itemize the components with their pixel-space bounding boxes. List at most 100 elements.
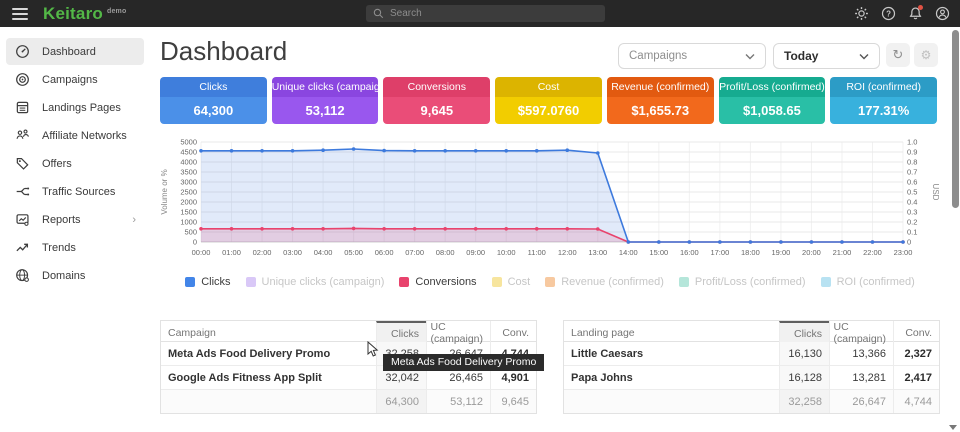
svg-text:15:00: 15:00 [649, 248, 668, 257]
tooltip: Meta Ads Food Delivery Promo [383, 354, 544, 371]
metric-card-value: $1,058.65 [719, 97, 826, 124]
affiliate-icon [15, 128, 30, 143]
date-range-select[interactable]: Today [773, 43, 880, 69]
svg-text:USD: USD [931, 184, 940, 201]
table-row[interactable]: Papa Johns16,12813,2812,417 [564, 366, 939, 390]
campaigns-filter-select[interactable]: Campaigns [618, 43, 766, 69]
metric-card-cost: Cost$597.0760 [495, 77, 602, 124]
table-cell: 9,645 [490, 390, 536, 413]
gear-icon[interactable] [853, 6, 869, 22]
chevron-down-icon [745, 53, 755, 60]
svg-text:0.7: 0.7 [907, 168, 917, 177]
svg-text:23:00: 23:00 [894, 248, 913, 257]
table-cell: 4,744 [893, 390, 939, 413]
svg-text:05:00: 05:00 [344, 248, 363, 257]
search-bar[interactable] [366, 5, 605, 22]
svg-text:5000: 5000 [180, 138, 197, 147]
svg-text:21:00: 21:00 [833, 248, 852, 257]
table-cell [161, 390, 376, 413]
metric-card-label: Revenue (confirmed) [607, 77, 714, 97]
table-cell[interactable]: Papa Johns [564, 366, 779, 389]
sidebar-item-campaigns[interactable]: Campaigns [6, 66, 144, 93]
table-header-row: Landing pageClicksUC (campaign)Conv. [564, 321, 939, 342]
landing-pages-table: Landing pageClicksUC (campaign)Conv.Litt… [563, 320, 940, 414]
svg-text:14:00: 14:00 [619, 248, 638, 257]
sidebar-item-label: Reports [42, 214, 81, 226]
legend-swatch [492, 277, 502, 287]
legend-item-cost[interactable]: Cost [492, 276, 531, 288]
svg-text:0.9: 0.9 [907, 148, 917, 157]
legend-swatch [821, 277, 831, 287]
table-cell[interactable]: Little Caesars [564, 342, 779, 365]
sidebar-item-affiliate-networks[interactable]: Affiliate Networks [6, 122, 144, 149]
legend-item-revenue-confirmed[interactable]: Revenue (confirmed) [545, 276, 664, 288]
logo-demo-label: demo [107, 8, 126, 15]
legend-item-unique-clicks-campaign[interactable]: Unique clicks (campaign) [246, 276, 385, 288]
bell-icon[interactable] [907, 6, 923, 22]
app-logo[interactable]: Keitarodemo [43, 4, 126, 24]
metric-card-value: $1,655.73 [607, 97, 714, 124]
svg-text:10:00: 10:00 [497, 248, 516, 257]
sidebar-item-offers[interactable]: Offers [6, 150, 144, 177]
legend-item-profit-loss-confirmed[interactable]: Profit/Loss (confirmed) [679, 276, 806, 288]
legend-item-conversions[interactable]: Conversions [399, 276, 476, 288]
legend-label: Conversions [415, 276, 476, 288]
svg-text:0.2: 0.2 [907, 218, 917, 227]
search-input[interactable] [390, 8, 598, 19]
svg-text:11:00: 11:00 [528, 248, 546, 257]
legend-label: Cost [508, 276, 531, 288]
page-title: Dashboard [160, 36, 287, 67]
sidebar-item-label: Affiliate Networks [42, 130, 127, 142]
table-totals-row: 64,30053,1129,645 [161, 390, 536, 413]
table-cell [564, 390, 779, 413]
sidebar-item-traffic-sources[interactable]: Traffic Sources [6, 178, 144, 205]
legend-item-roi-confirmed[interactable]: ROI (confirmed) [821, 276, 915, 288]
svg-text:18:00: 18:00 [741, 248, 760, 257]
table-cell: 64,300 [376, 390, 426, 413]
sidebar-item-label: Trends [42, 242, 76, 254]
table-totals-row: 32,25826,6474,744 [564, 390, 939, 413]
svg-text:0.5: 0.5 [907, 188, 917, 197]
scroll-down-arrow[interactable] [949, 425, 957, 430]
user-icon[interactable] [934, 6, 950, 22]
svg-text:12:00: 12:00 [558, 248, 577, 257]
svg-text:4000: 4000 [180, 158, 197, 167]
sidebar-item-reports[interactable]: Reports › [6, 206, 144, 233]
svg-text:00:00: 00:00 [192, 248, 211, 257]
refresh-button[interactable]: ↻ [886, 43, 910, 67]
legend-swatch [679, 277, 689, 287]
metric-card-profit-loss-confirmed: Profit/Loss (confirmed)$1,058.65 [719, 77, 826, 124]
svg-text:04:00: 04:00 [314, 248, 333, 257]
svg-text:17:00: 17:00 [710, 248, 729, 257]
legend-label: Profit/Loss (confirmed) [695, 276, 806, 288]
table-row[interactable]: Little Caesars16,13013,3662,327 [564, 342, 939, 366]
help-icon[interactable]: ? [880, 6, 896, 22]
dashboard-settings-button[interactable]: ⚙ [914, 43, 938, 67]
legend-label: Unique clicks (campaign) [262, 276, 385, 288]
sidebar-item-trends[interactable]: Trends [6, 234, 144, 261]
scrollbar-thumb[interactable] [952, 30, 959, 208]
sidebar-item-label: Offers [42, 158, 72, 170]
sidebar-item-label: Traffic Sources [42, 186, 115, 198]
svg-text:06:00: 06:00 [375, 248, 394, 257]
notification-dot [918, 5, 923, 10]
legend-label: ROI (confirmed) [837, 276, 915, 288]
table-cell[interactable]: Google Ads Fitness App Split [161, 366, 376, 389]
menu-icon[interactable] [12, 8, 28, 20]
metric-card-label: Clicks [160, 77, 267, 97]
svg-text:0.4: 0.4 [907, 198, 917, 207]
sidebar-item-dashboard[interactable]: Dashboard [6, 38, 144, 65]
svg-text:0: 0 [907, 238, 911, 247]
svg-text:09:00: 09:00 [466, 248, 485, 257]
table-cell[interactable]: Meta Ads Food Delivery Promo [161, 342, 376, 365]
chevron-right-icon: › [132, 214, 136, 226]
legend-swatch [545, 277, 555, 287]
sidebar-item-domains[interactable]: Domains [6, 262, 144, 289]
table-cell: 2,417 [893, 366, 939, 389]
svg-text:3000: 3000 [180, 178, 197, 187]
sidebar-item-landings-pages[interactable]: Landings Pages [6, 94, 144, 121]
svg-text:0.8: 0.8 [907, 158, 917, 167]
svg-text:0: 0 [193, 238, 197, 247]
table-cell: 53,112 [426, 390, 490, 413]
legend-item-clicks[interactable]: Clicks [185, 276, 230, 288]
